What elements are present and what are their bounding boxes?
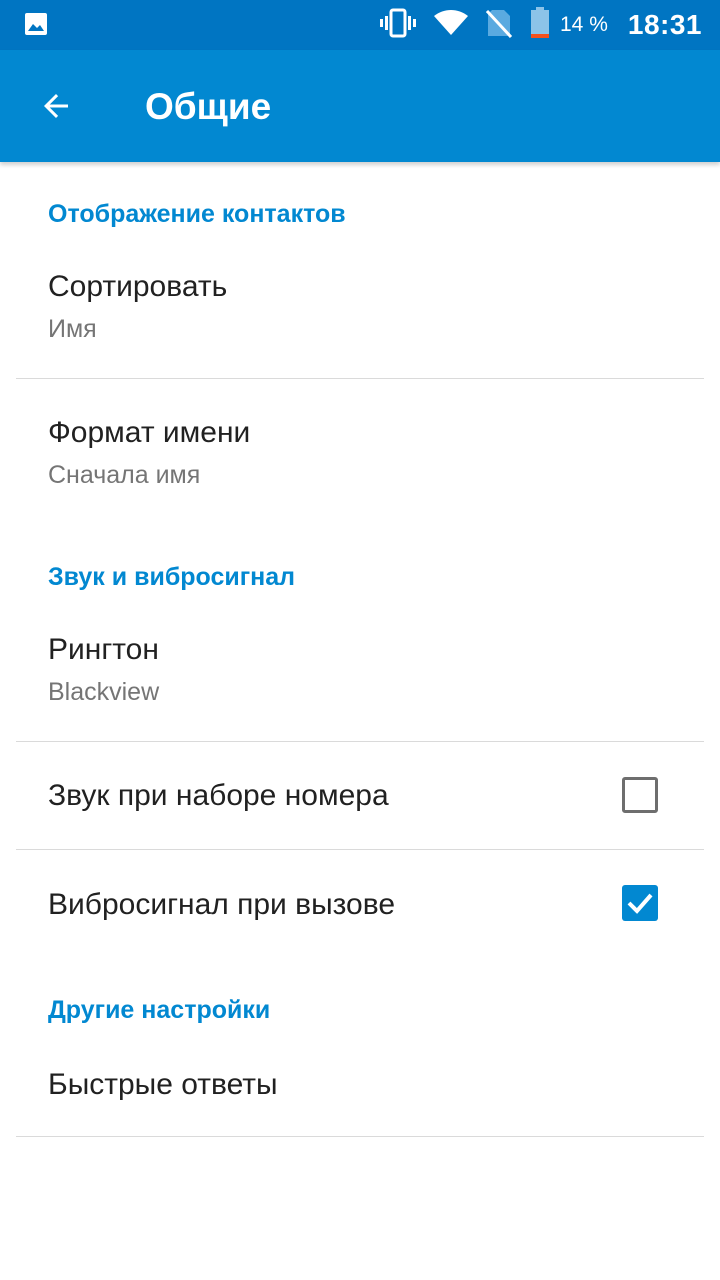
pref-summary: Имя <box>48 315 97 343</box>
checkmark-icon <box>627 893 653 914</box>
no-sim-icon <box>485 8 513 43</box>
pref-title: Сортировать <box>48 270 228 303</box>
clock: 18:31 <box>627 9 702 40</box>
pref-title: Рингтон <box>48 633 159 666</box>
pref-quick-responses[interactable]: Быстрые ответы <box>0 1040 720 1136</box>
app-bar: Общие <box>0 50 720 162</box>
arrow-back-icon <box>44 94 68 118</box>
section-header-other-settings: Другие настройки <box>48 996 271 1024</box>
vibrate-icon <box>380 8 416 43</box>
pref-sort[interactable]: Сортировать Имя <box>0 244 720 378</box>
status-bar: 14 % 18:31 <box>0 0 720 50</box>
pref-name-format[interactable]: Формат имени Сначала имя <box>0 379 720 529</box>
call-vibrate-checkbox[interactable] <box>622 885 658 921</box>
pref-title: Быстрые ответы <box>48 1068 278 1101</box>
section-header-sound-vibration: Звук и вибросигнал <box>48 563 296 591</box>
pref-dial-sound[interactable]: Звук при наборе номера <box>0 742 720 849</box>
pref-title: Вибросигнал при вызове <box>48 888 396 921</box>
pref-title: Звук при наборе номера <box>48 779 389 812</box>
pref-ringtone[interactable]: Рингтон Blackview <box>0 607 720 741</box>
wifi-icon <box>434 9 468 41</box>
section-header-contacts-display: Отображение контактов <box>48 200 346 228</box>
pref-summary: Сначала имя <box>48 461 201 489</box>
battery-icon <box>530 6 550 44</box>
dial-sound-checkbox[interactable] <box>622 777 658 813</box>
pref-title: Формат имени <box>48 416 251 449</box>
image-icon <box>24 12 48 36</box>
page-title: Общие <box>145 86 272 127</box>
pref-call-vibrate[interactable]: Вибросигнал при вызове <box>0 850 720 960</box>
divider <box>16 1136 704 1137</box>
back-button[interactable] <box>22 72 90 140</box>
pref-summary: Blackview <box>48 678 160 706</box>
battery-percent: 14 % <box>560 13 608 36</box>
